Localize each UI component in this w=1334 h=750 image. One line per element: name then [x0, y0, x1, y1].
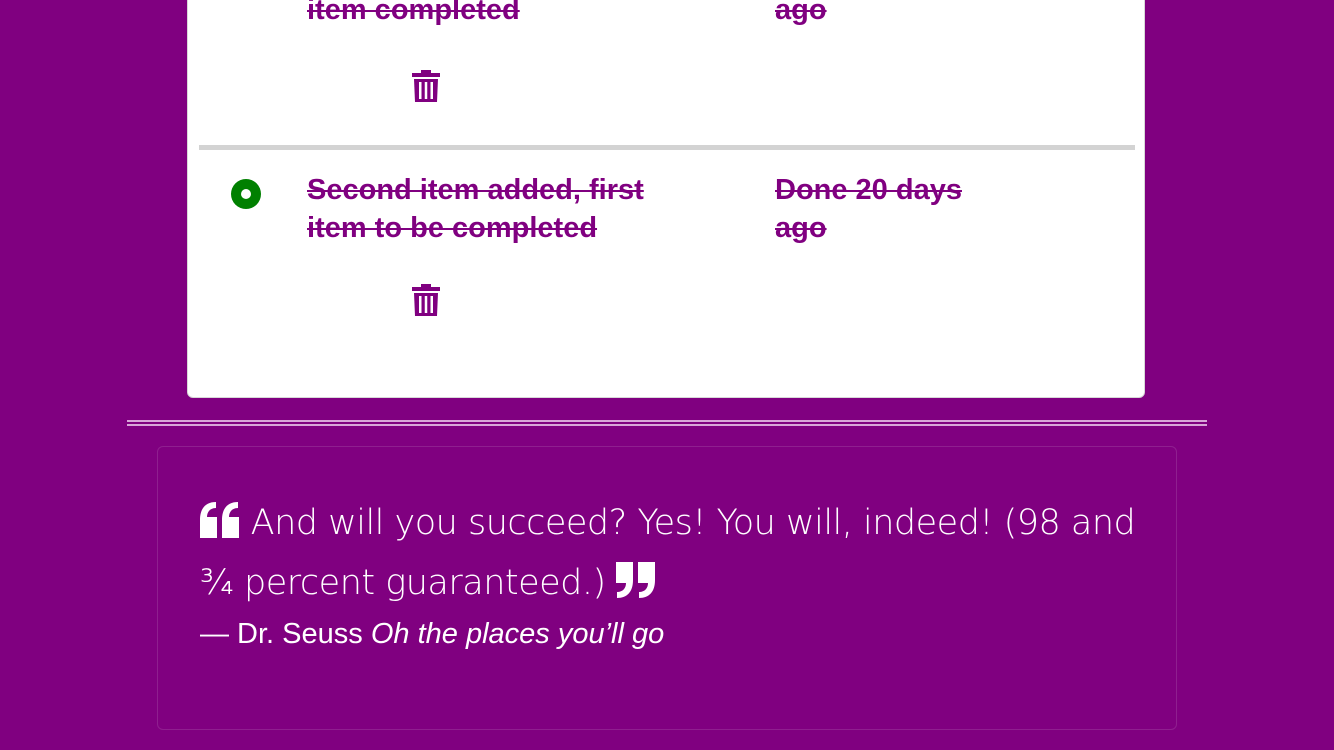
- quote-author: — Dr. Seuss: [200, 618, 363, 650]
- quote-close-icon: [616, 562, 656, 598]
- todo-list-card: item completed ago Second item added, fi…: [187, 0, 1145, 398]
- todo-item-done-time: Done 20 days ago: [775, 174, 962, 244]
- quote-open-icon: [200, 502, 239, 538]
- done-indicator-icon[interactable]: [231, 179, 261, 209]
- quote-attribution: — Dr. Seuss Oh the places you’ll go: [200, 615, 664, 653]
- trash-icon[interactable]: [412, 284, 440, 316]
- todo-item-done-time: ago: [775, 0, 827, 26]
- quote-work-title: Oh the places you’ll go: [370, 618, 665, 650]
- quote-block: And will you succeed? Yes! You will, ind…: [200, 493, 1140, 613]
- todo-item-text: item completed: [307, 0, 520, 26]
- quote-card: And will you succeed? Yes! You will, ind…: [157, 446, 1177, 730]
- section-divider: [127, 420, 1207, 426]
- trash-icon[interactable]: [412, 70, 440, 102]
- quote-text: And will you succeed? Yes! You will, ind…: [200, 503, 1136, 603]
- row-divider: [199, 145, 1135, 150]
- todo-item-text: Second item added, first item to be comp…: [307, 174, 644, 244]
